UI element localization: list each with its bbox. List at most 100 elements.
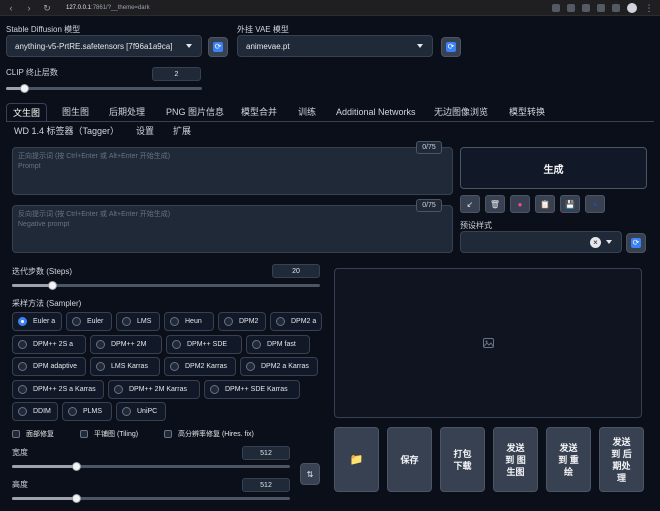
option-checkbox[interactable]: 平铺图 (Tiling) — [80, 429, 138, 439]
slider-thumb[interactable] — [71, 494, 81, 503]
share-icon[interactable] — [552, 3, 560, 12]
save-style-icon: 💾 — [565, 199, 575, 209]
sampler-option[interactable]: UniPC — [116, 402, 166, 421]
reload-icon[interactable]: ↻ — [42, 3, 52, 13]
tab-1[interactable]: 图生图 — [56, 103, 95, 121]
radio-dot — [122, 317, 131, 326]
clipboard-button[interactable]: 📋 — [535, 195, 555, 213]
styles-dropdown[interactable]: × — [460, 231, 622, 253]
tab-9[interactable]: WD 1.4 标签器（Tagger） — [8, 122, 125, 140]
height-slider[interactable] — [12, 494, 290, 503]
back-icon[interactable]: ‹ — [6, 3, 16, 13]
radio-dot — [170, 317, 179, 326]
sampler-option[interactable]: Euler — [66, 312, 112, 331]
prompt-placeholder-en: Prompt — [18, 163, 41, 170]
tab-2[interactable]: 后期处理 — [103, 103, 151, 121]
sampler-option[interactable]: DDIM — [12, 402, 58, 421]
tab-8[interactable]: 模型转换 — [503, 103, 551, 121]
prompt-input[interactable]: 正向提示词 (按 Ctrl+Enter 或 Alt+Enter 开始生成) Pr… — [12, 147, 453, 195]
extra-networks-button[interactable]: ● — [510, 195, 530, 213]
steps-number[interactable]: 20 — [272, 264, 320, 278]
negative-prompt-input[interactable]: 反向提示词 (按 Ctrl+Enter 或 Alt+Enter 开始生成) Ne… — [12, 205, 453, 253]
steps-slider[interactable] — [12, 281, 320, 290]
sampler-option[interactable]: DPM2 Karras — [164, 357, 236, 376]
arrow-button[interactable]: ↙ — [460, 195, 480, 213]
refresh-icon: ⟳ — [631, 238, 641, 248]
folder-icon: 📁 — [349, 453, 364, 466]
sampler-option[interactable]: LMS Karras — [90, 357, 160, 376]
profile-avatar[interactable] — [627, 2, 637, 13]
address-bar[interactable]: 127.0.0.1:7861/?__theme=dark — [66, 5, 544, 11]
sampler-option-label: UniPC — [137, 408, 158, 415]
model-dropdown[interactable]: anything-v5-PrtRE.safetensors [7f96a1a9c… — [6, 35, 202, 57]
send-to-extras-button[interactable]: 发送 到 后 期处 理 — [599, 427, 644, 492]
puzzle-icon[interactable] — [597, 3, 605, 12]
clear-icon[interactable]: × — [590, 237, 601, 248]
checkbox-box[interactable] — [12, 430, 20, 438]
slider-fill — [12, 284, 53, 287]
slider-thumb[interactable] — [19, 84, 29, 93]
slider-thumb[interactable] — [48, 281, 58, 290]
refresh-styles-button[interactable]: ⟳ — [626, 233, 646, 253]
radio-dot — [96, 339, 105, 349]
sampler-option-label: Euler — [87, 318, 104, 325]
width-slider[interactable] — [12, 462, 290, 471]
sampler-option[interactable]: DPM++ 2S a — [12, 334, 86, 354]
sampler-option[interactable]: DPM++ 2M — [90, 334, 162, 354]
trash-button[interactable]: 🗑 — [485, 195, 505, 213]
refresh-model-button[interactable]: ⟳ — [208, 37, 228, 57]
save-style-button[interactable]: 💾 — [560, 195, 580, 213]
refresh-vae-button[interactable]: ⟳ — [441, 37, 461, 57]
sampler-option[interactable]: Euler a — [12, 312, 62, 331]
sidebar-icon[interactable] — [612, 3, 620, 12]
sampler-option[interactable]: DPM2 a Karras — [240, 357, 318, 376]
clip-number[interactable]: 2 — [152, 67, 201, 81]
option-checkbox[interactable]: 面部修复 — [12, 429, 54, 439]
clip-slider[interactable] — [6, 84, 202, 93]
slider-thumb[interactable] — [71, 462, 81, 471]
url-host: 127.0.0.1 — [66, 4, 92, 11]
open-folder-button[interactable]: 📁 — [334, 427, 379, 492]
width-number[interactable]: 512 — [242, 446, 290, 460]
sampler-option[interactable]: DPM adaptive — [12, 357, 86, 376]
sampler-option-label: DPM++ 2S a Karras — [33, 385, 96, 393]
tab-3[interactable]: PNG 图片信息 — [160, 103, 230, 121]
send-to-img2img-button[interactable]: 发送 到 图 生图 — [493, 427, 538, 492]
tab-7[interactable]: 无边图像浏览 — [428, 103, 494, 121]
radio-dot — [18, 362, 27, 371]
sampler-option-label: DPM++ SDE Karras — [225, 385, 288, 393]
checkbox-box[interactable] — [80, 430, 88, 438]
tab-6[interactable]: Additional Networks — [330, 103, 422, 121]
tab-10[interactable]: 设置 — [130, 122, 160, 140]
sampler-option[interactable]: DPM++ 2S a Karras — [12, 379, 104, 399]
tab-11[interactable]: 扩展 — [167, 122, 197, 140]
sampler-option[interactable]: DPM++ 2M Karras — [108, 379, 200, 399]
output-gallery[interactable] — [334, 268, 642, 418]
generate-button[interactable]: 生成 — [460, 147, 647, 189]
menu-icon[interactable]: ⋮ — [644, 3, 654, 13]
save-button[interactable]: 保存 — [387, 427, 432, 492]
sampler-option[interactable]: DPM2 a — [270, 312, 322, 331]
tab-4[interactable]: 模型合并 — [235, 103, 283, 121]
zip-button[interactable]: 打包 下载 — [440, 427, 485, 492]
sampler-option[interactable]: LMS — [116, 312, 160, 331]
send-to-inpaint-button[interactable]: 发送 到 重 绘 — [546, 427, 591, 492]
swap-dimensions-button[interactable]: ⇅ — [300, 463, 320, 485]
bookmark-icon[interactable] — [567, 3, 575, 12]
option-checkbox[interactable]: 高分辨率修复 (Hires. fix) — [164, 429, 254, 439]
sampler-option[interactable]: DPM2 — [218, 312, 266, 331]
checkbox-box[interactable] — [164, 430, 172, 438]
tab-5[interactable]: 训练 — [292, 103, 322, 121]
forward-icon[interactable]: › — [24, 3, 34, 13]
apply-style-button[interactable]: ▪ — [585, 195, 605, 213]
tab-0[interactable]: 文生图 — [6, 103, 48, 121]
slider-fill — [12, 497, 76, 500]
vae-dropdown[interactable]: animevae.pt — [237, 35, 433, 57]
extension-icon[interactable] — [582, 3, 590, 12]
sampler-option[interactable]: Heun — [164, 312, 214, 331]
height-number[interactable]: 512 — [242, 478, 290, 492]
sampler-option[interactable]: DPM++ SDE — [166, 334, 242, 354]
sampler-option[interactable]: DPM++ SDE Karras — [204, 379, 300, 399]
sampler-option[interactable]: DPM fast — [246, 334, 310, 354]
sampler-option[interactable]: PLMS — [62, 402, 112, 421]
